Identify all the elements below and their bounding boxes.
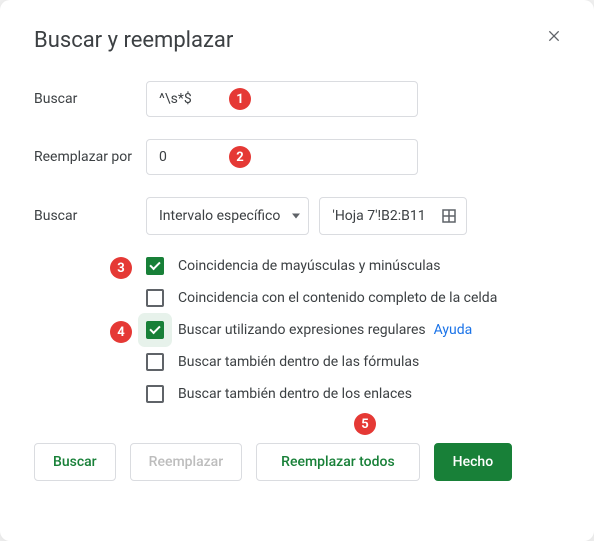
checkbox-regex[interactable] <box>146 321 164 339</box>
checkbox-in-formulas[interactable] <box>146 353 164 371</box>
close-icon <box>546 28 562 44</box>
close-button[interactable] <box>540 22 568 50</box>
replace-input[interactable] <box>146 139 418 175</box>
dialog-footer: Buscar Reemplazar Reemplazar todos 5 Hec… <box>34 443 560 481</box>
checkbox-entire-cell[interactable] <box>146 289 164 307</box>
dialog-title: Buscar y reemplazar <box>34 28 560 53</box>
option-label: Buscar también dentro de los enlaces <box>178 386 412 402</box>
checkbox-match-case[interactable] <box>146 257 164 275</box>
scope-label: Buscar <box>34 208 146 224</box>
option-match-case: Coincidencia de mayúsculas y minúsculas … <box>146 257 560 275</box>
options-group: Coincidencia de mayúsculas y minúsculas … <box>146 257 560 403</box>
checkbox-in-links[interactable] <box>146 385 164 403</box>
option-label: Coincidencia de mayúsculas y minúsculas <box>178 258 441 274</box>
range-box[interactable]: 'Hoja 7'!B2:B11 <box>319 197 466 235</box>
callout-3: 3 <box>110 257 132 279</box>
grid-icon[interactable] <box>440 207 458 225</box>
scope-dropdown[interactable]: Intervalo específico <box>146 197 309 235</box>
scope-row: Buscar Intervalo específico 'Hoja 7'!B2:… <box>34 197 560 235</box>
find-row: Buscar 1 <box>34 81 560 117</box>
find-label: Buscar <box>34 91 146 107</box>
replace-label: Reemplazar por <box>34 149 146 165</box>
scope-dropdown-text: Intervalo específico <box>159 208 280 224</box>
option-entire-cell: Coincidencia con el contenido completo d… <box>146 289 560 307</box>
replace-row: Reemplazar por 2 <box>34 139 560 175</box>
option-regex: Buscar utilizando expresiones regulares … <box>146 321 560 339</box>
range-text: 'Hoja 7'!B2:B11 <box>332 208 425 224</box>
chevron-down-icon <box>292 214 300 219</box>
option-in-links: Buscar también dentro de los enlaces <box>146 385 560 403</box>
replace-all-button[interactable]: Reemplazar todos <box>256 443 420 481</box>
done-button[interactable]: Hecho <box>434 443 512 481</box>
regex-help-link[interactable]: Ayuda <box>434 322 473 338</box>
find-button[interactable]: Buscar <box>34 443 116 481</box>
option-label: Buscar también dentro de las fórmulas <box>178 354 419 370</box>
option-label: Buscar utilizando expresiones regulares <box>178 322 426 338</box>
replace-all-button-label: Reemplazar todos <box>281 454 395 470</box>
callout-4: 4 <box>110 321 132 343</box>
replace-button: Reemplazar <box>130 443 243 481</box>
find-input[interactable] <box>146 81 418 117</box>
callout-5: 5 <box>354 413 376 435</box>
option-label: Coincidencia con el contenido completo d… <box>178 290 497 306</box>
find-replace-dialog: Buscar y reemplazar Buscar 1 Reemplazar … <box>0 0 594 541</box>
option-in-formulas: Buscar también dentro de las fórmulas <box>146 353 560 371</box>
